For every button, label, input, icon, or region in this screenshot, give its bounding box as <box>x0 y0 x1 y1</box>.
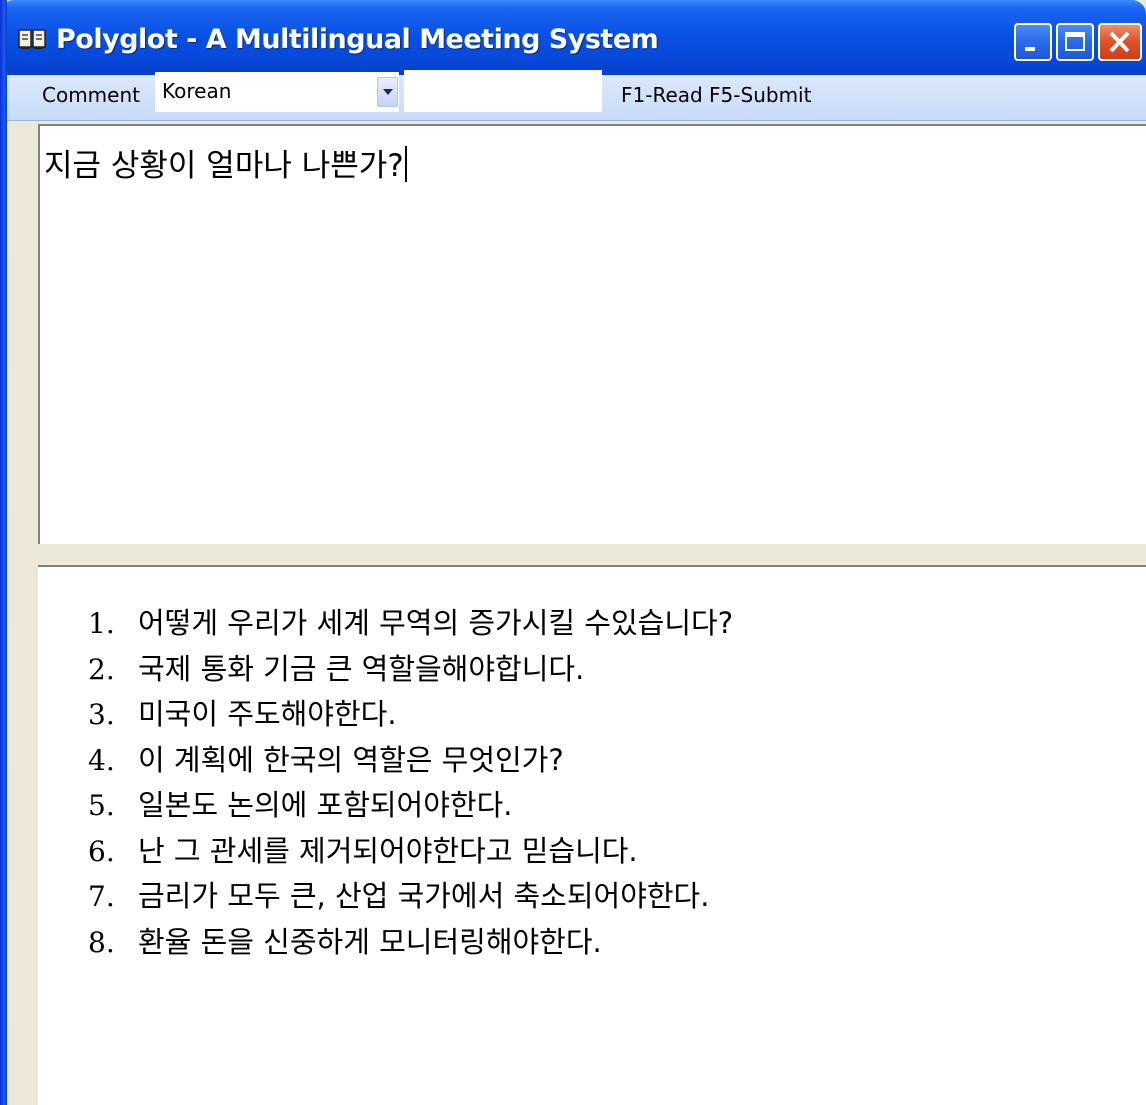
language-select-dropdown-button[interactable] <box>377 77 398 107</box>
close-icon <box>1109 31 1130 53</box>
list-item: 7. 금리가 모두 큰, 산업 국가에서 축소되어야한다. <box>88 874 733 920</box>
list-item-text: 어떻게 우리가 세계 무역의 증가시킬 수있습니다? <box>138 606 734 640</box>
comment-history-pane[interactable]: 1. 어떻게 우리가 세계 무역의 증가시킬 수있습니다? 2. 국제 통화 기금 … <box>38 567 1146 1105</box>
list-item-number: 4. <box>88 743 115 777</box>
list-item-number: 5. <box>88 789 115 822</box>
maximize-icon <box>1065 32 1085 51</box>
text-caret <box>404 146 407 182</box>
list-item-number: 6. <box>88 834 115 868</box>
comment-editor[interactable]: 지금 상황이 얼마나 나쁜가? <box>38 124 1146 544</box>
comment-label: Comment <box>42 83 140 107</box>
minimize-button[interactable] <box>1014 23 1052 61</box>
list-item-number: 2. <box>88 652 115 686</box>
maximize-button[interactable] <box>1056 23 1094 61</box>
list-item-number: 8. <box>88 925 115 959</box>
open-book-icon <box>18 29 46 50</box>
language-select-value: Korean <box>162 79 232 103</box>
list-item-number: 3. <box>88 698 115 731</box>
list-item-text: 일본도 논의에 포함되어야한다. <box>138 788 513 822</box>
list-item-text: 이 계획에 한국의 역할은 무엇인가? <box>138 742 564 777</box>
window-frame-left <box>0 0 7 1105</box>
list-item-text: 금리가 모두 큰, 산업 국가에서 축소되어야한다. <box>138 879 710 913</box>
list-item-text: 난 그 관세를 제거되어야한다고 믿습니다. <box>138 833 638 868</box>
list-item-number: 1. <box>88 607 115 640</box>
chevron-down-icon <box>383 89 393 95</box>
app-window: Polyglot - A Multilingual Meeting System… <box>0 0 1146 1105</box>
list-item-text: 미국이 주도해야한다. <box>138 697 397 731</box>
list-item-text: 국제 통화 기금 큰 역할을해야합니다. <box>138 651 585 686</box>
language-select[interactable]: Korean <box>155 72 399 112</box>
title-bar[interactable]: Polyglot - A Multilingual Meeting System <box>0 0 1146 75</box>
list-item: 6. 난 그 관세를 제거되어야한다고 믿습니다. <box>88 829 733 875</box>
list-item: 5. 일본도 논의에 포함되어야한다. <box>88 783 733 829</box>
comment-editor-text: 지금 상황이 얼마나 나쁜가? <box>44 148 404 184</box>
list-item-text: 환율 돈을 신중하게 모니터링해야한다. <box>138 924 602 959</box>
comment-list: 1. 어떻게 우리가 세계 무역의 증가시킬 수있습니다? 2. 국제 통화 기금 … <box>88 601 733 965</box>
minimize-icon <box>1025 47 1035 51</box>
window-title: Polyglot - A Multilingual Meeting System <box>56 24 659 55</box>
list-item: 8. 환율 돈을 신중하게 모니터링해야한다. <box>88 920 733 966</box>
list-item: 4. 이 계획에 한국의 역할은 무엇인가? <box>88 738 733 784</box>
list-item-number: 7. <box>88 880 115 913</box>
list-item: 1. 어떻게 우리가 세계 무역의 증가시킬 수있습니다? <box>88 601 733 647</box>
pane-splitter[interactable] <box>38 544 1146 566</box>
close-button[interactable] <box>1098 23 1142 61</box>
list-item: 2. 국제 통화 기금 큰 역할을해야합니다. <box>88 647 733 693</box>
list-item: 3. 미국이 주도해야한다. <box>88 692 733 738</box>
toolbar-text-input[interactable] <box>404 70 602 112</box>
shortcut-hints: F1-Read F5-Submit <box>621 83 812 107</box>
